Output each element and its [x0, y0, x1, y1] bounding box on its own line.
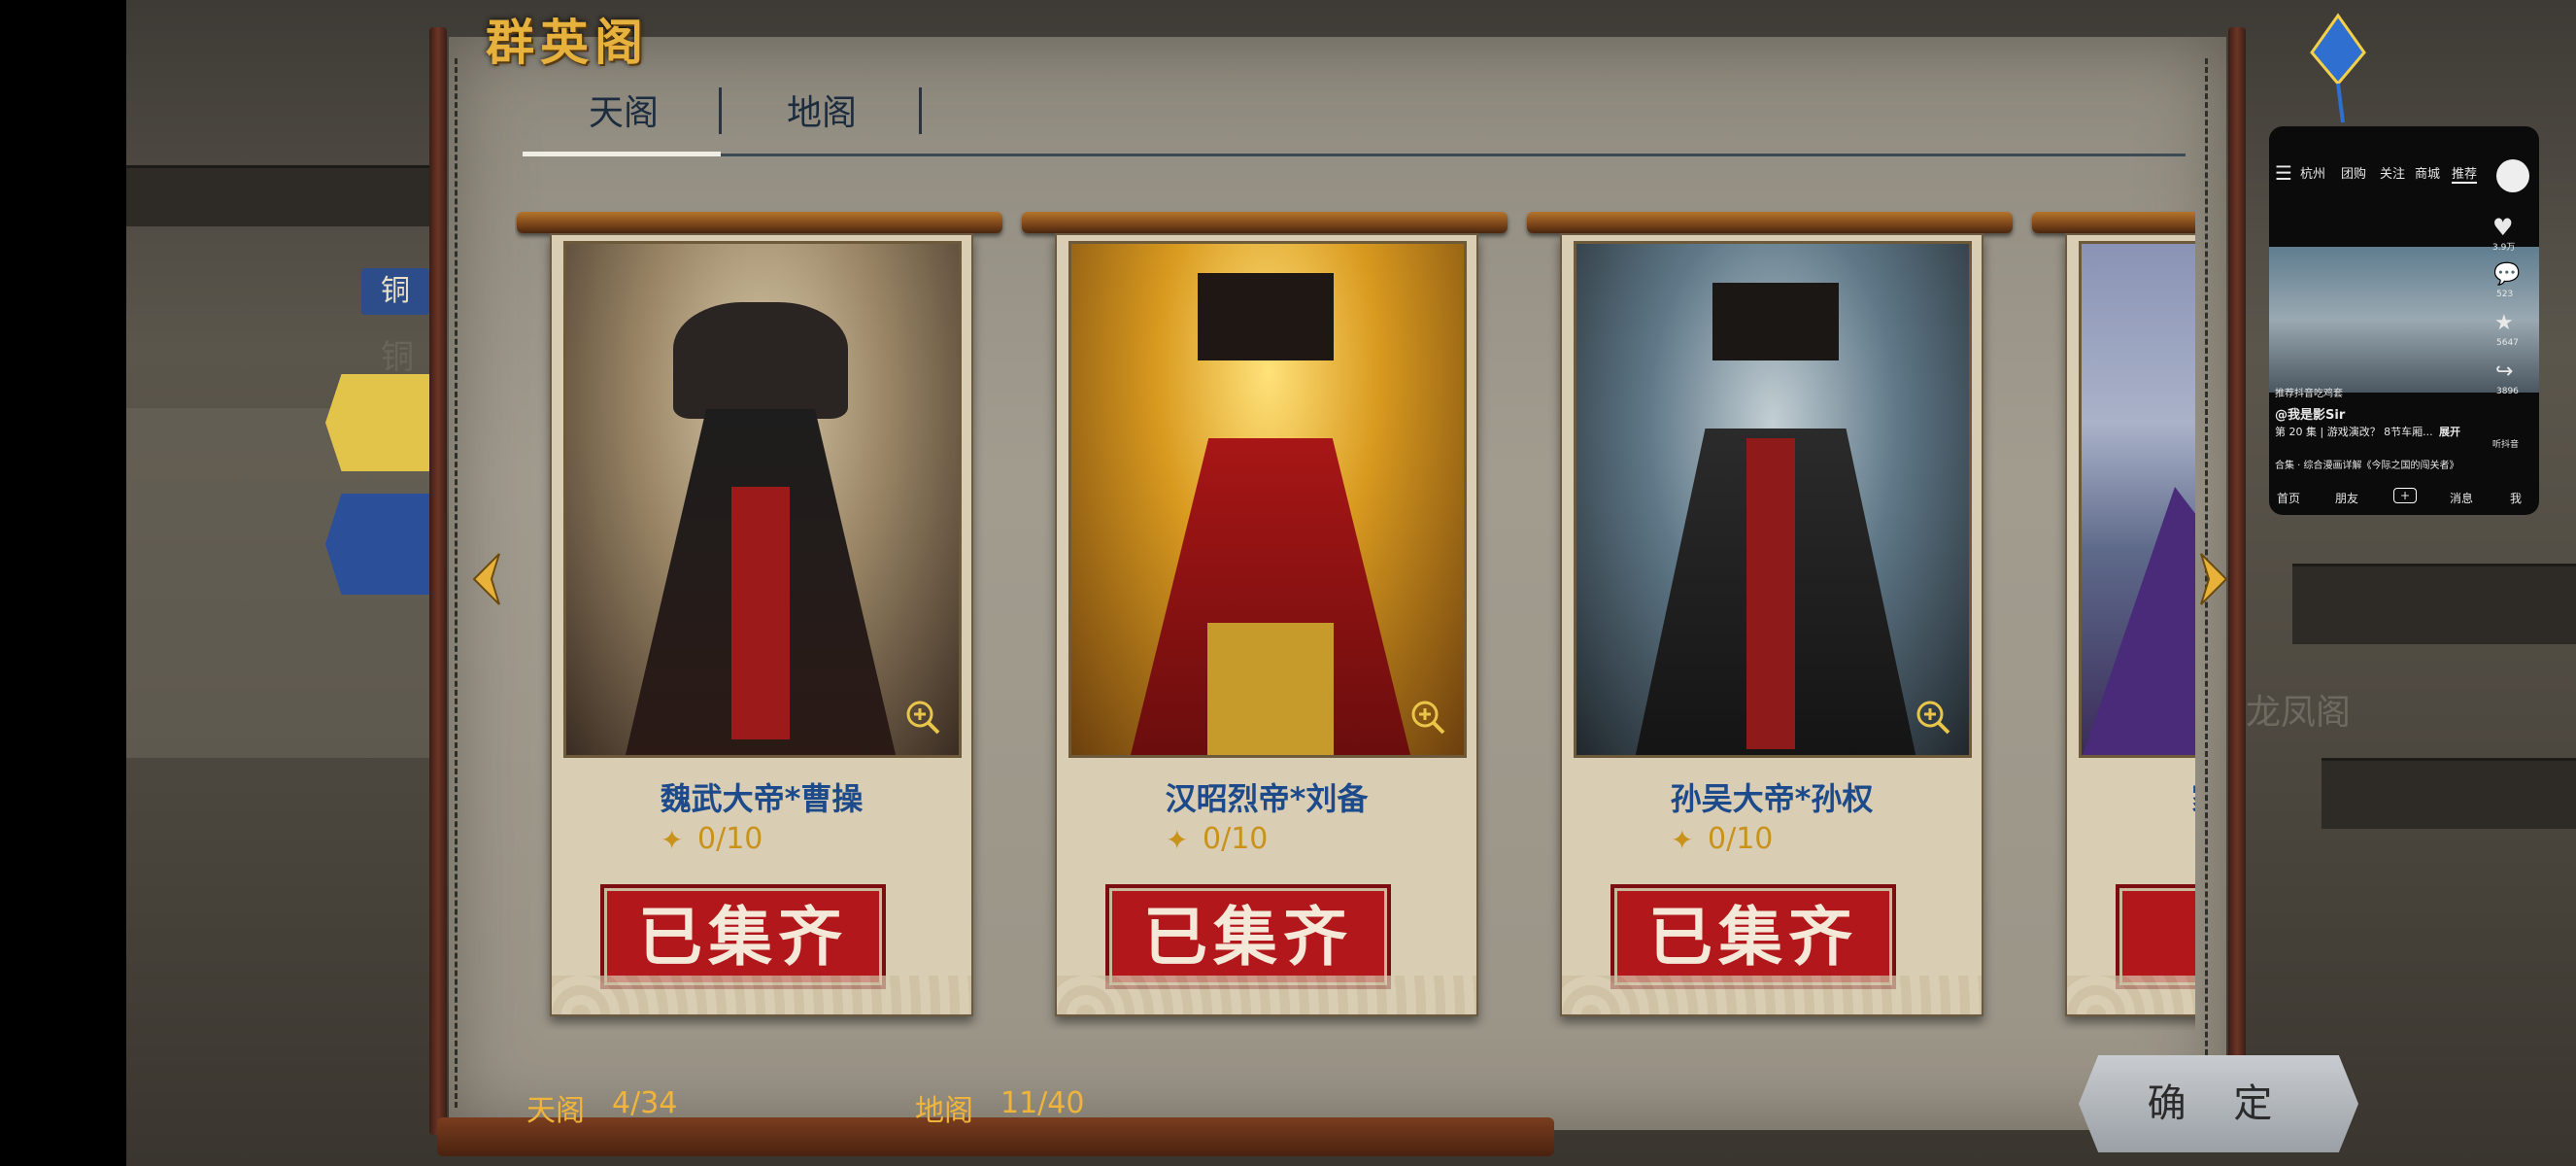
- card-cloud-pattern: [552, 976, 971, 1014]
- left-pole: [429, 27, 447, 1135]
- footer-tian-label: 天阁: [526, 1094, 585, 1128]
- listen-button[interactable]: 听抖音: [2492, 437, 2519, 450]
- bg-roof-right2: [2322, 758, 2576, 829]
- caption-tag[interactable]: 推荐抖音吃鸡套: [2275, 385, 2343, 399]
- hero-portrait: [1574, 241, 1972, 758]
- tab-tian[interactable]: 天阁: [526, 80, 721, 148]
- puzzle-piece-icon: ✦: [1671, 824, 1694, 856]
- zoom-in-icon[interactable]: [1408, 698, 1447, 737]
- hero-name: 家: [2067, 774, 2195, 819]
- top-tab[interactable]: 团购: [2341, 163, 2366, 182]
- tab-underline: [523, 154, 2186, 156]
- portrait-robe: [2082, 487, 2195, 755]
- hero-card-partial[interactable]: 家 已: [2065, 233, 2195, 1016]
- hero-portrait: [1068, 241, 1467, 758]
- avatar[interactable]: [2496, 159, 2529, 192]
- bg-label-longfeng: 龙凤阁: [2246, 693, 2352, 733]
- tab-di[interactable]: 地阁: [725, 80, 919, 148]
- bg-yellow-button[interactable]: [325, 374, 432, 471]
- portrait-sash: [731, 487, 790, 739]
- nav-friends[interactable]: 朋友: [2335, 490, 2358, 506]
- collection-link[interactable]: 合集 · 综合漫画详解《今际之国的闯关者》: [2275, 457, 2459, 471]
- next-arrow-icon[interactable]: [2197, 550, 2232, 608]
- hero-name: 魏武大帝*曹操: [660, 780, 864, 817]
- nav-me[interactable]: 我: [2510, 490, 2522, 506]
- nav-add-button[interactable]: +: [2393, 488, 2418, 503]
- top-tab[interactable]: 杭州: [2300, 163, 2325, 182]
- nav-home[interactable]: 首页: [2277, 490, 2300, 506]
- hero-card-caocao[interactable]: 魏武大帝*曹操 ✦ 0/10 已集齐: [550, 233, 973, 1016]
- bg-roof-right: [2292, 564, 2576, 644]
- nav-messages[interactable]: 消息: [2450, 490, 2473, 506]
- collected-stamp: 已集齐: [600, 884, 886, 989]
- expand-link[interactable]: 展开: [2439, 424, 2460, 439]
- bg-label-copper[interactable]: 铜: [361, 268, 429, 315]
- video-overlay[interactable]: ☰ 杭州 团购 关注 商城 推荐 ♥ 3.9万 💬 523 ★ 5647 ↪ 3…: [2269, 126, 2539, 515]
- footer-di-count: 11/40: [1000, 1086, 1085, 1120]
- puzzle-piece-icon: ✦: [661, 824, 684, 856]
- favorite-icon[interactable]: ★: [2494, 311, 2514, 335]
- zoom-in-icon[interactable]: [1914, 698, 1952, 737]
- card-cloud-pattern: [1057, 976, 1476, 1014]
- hero-progress: 0/10: [697, 822, 763, 856]
- hero-portrait: [563, 241, 962, 758]
- prev-arrow-icon[interactable]: [468, 550, 503, 608]
- portrait-crown: [1198, 273, 1334, 360]
- comment-icon[interactable]: 💬: [2493, 262, 2520, 287]
- confirm-button[interactable]: 确 定: [2079, 1055, 2358, 1152]
- card-cloud-pattern: [1562, 976, 1982, 1014]
- footer-bar: [437, 1117, 1554, 1156]
- page-title: 群英阁: [486, 14, 649, 71]
- hero-name: 汉昭烈帝*刘备: [1165, 780, 1369, 817]
- share-icon[interactable]: ↪: [2495, 360, 2513, 384]
- card-cloud-pattern: [2067, 976, 2195, 1014]
- kite-icon: [2310, 13, 2366, 123]
- like-icon[interactable]: ♥: [2492, 214, 2514, 241]
- hero-card-liubei[interactable]: 汉昭烈帝*刘备 ✦ 0/10 已集齐: [1055, 233, 1478, 1016]
- bg-roof: [126, 165, 437, 226]
- portrait-head: [673, 302, 848, 419]
- menu-icon[interactable]: ☰: [2275, 161, 2292, 185]
- scroll-rod: [517, 212, 1002, 233]
- scroll-rod: [1527, 212, 2013, 233]
- portrait-crown: [1712, 283, 1839, 360]
- hero-progress: 0/10: [1708, 822, 1774, 856]
- scroll-rod: [2032, 212, 2195, 233]
- favorite-count: 5647: [2496, 338, 2519, 348]
- top-tab[interactable]: 商城: [2415, 163, 2440, 182]
- portrait-censer: [1207, 623, 1334, 755]
- bg-label-copper-2: 铜: [381, 338, 414, 377]
- hero-card-sunquan[interactable]: 孙吴大帝*孙权 ✦ 0/10 已集齐: [1560, 233, 1983, 1016]
- bg-blue-button[interactable]: [325, 494, 432, 595]
- tab-separator: [719, 87, 722, 134]
- top-tab[interactable]: 关注: [2380, 163, 2405, 182]
- comment-count: 523: [2496, 290, 2514, 299]
- tab-active-indicator: [523, 152, 721, 156]
- scroll-rod: [1022, 212, 1508, 233]
- share-count: 3896: [2496, 387, 2519, 396]
- hero-portrait: [2079, 241, 2195, 758]
- portrait-sash: [1746, 438, 1795, 749]
- video-desc: 第 20 集 | 游戏演改？ 8节车厢...: [2275, 426, 2433, 438]
- collected-stamp: 已: [2116, 884, 2195, 989]
- collected-stamp: 已集齐: [1610, 884, 1896, 989]
- top-tab-active[interactable]: 推荐: [2452, 163, 2478, 184]
- author-name[interactable]: @我是影Sir: [2275, 404, 2345, 423]
- hero-progress: 0/10: [1203, 822, 1269, 856]
- hero-name: 孙吴大帝*孙权: [1670, 780, 1874, 817]
- footer-tian-count: 4/34: [612, 1086, 678, 1120]
- collected-stamp: 已集齐: [1105, 884, 1391, 989]
- zoom-in-icon[interactable]: [903, 698, 942, 737]
- footer-di-label: 地阁: [915, 1094, 973, 1128]
- like-count: 3.9万: [2492, 243, 2516, 253]
- tab-separator: [919, 87, 922, 134]
- card-carousel: 魏武大帝*曹操 ✦ 0/10 已集齐 汉昭烈帝*刘备 ✦ 0/10 已集齐 孙吴…: [515, 204, 2195, 1030]
- puzzle-piece-icon: ✦: [1166, 824, 1189, 856]
